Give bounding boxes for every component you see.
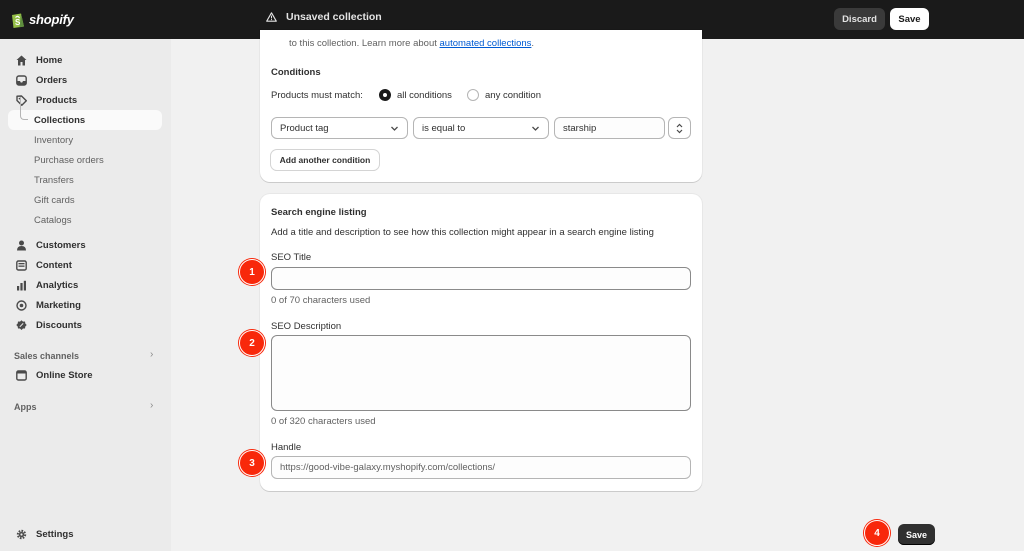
sidebar-item-label: Analytics (36, 280, 79, 291)
seo-description-text: Add a title and description to see how t… (271, 227, 654, 238)
condition-operator-value: is equal to (422, 122, 466, 134)
intro-suffix: . (531, 38, 535, 49)
sidebar-item-label: Orders (36, 75, 68, 86)
sales-channels-heading[interactable]: Sales channels (14, 351, 79, 361)
condition-value-stepper[interactable] (668, 117, 691, 139)
svg-text:S: S (15, 18, 21, 27)
sidebar-item-transfers[interactable]: Transfers (34, 173, 74, 187)
sidebar-item-settings[interactable]: Settings (8, 525, 162, 544)
seo-description-help: 0 of 320 characters used (271, 416, 376, 427)
chart-icon (15, 279, 28, 292)
sidebar-item-label: Products (36, 95, 78, 106)
sidebar-item-orders[interactable]: Orders (8, 71, 162, 90)
sidebar-item-analytics[interactable]: Analytics (8, 276, 162, 295)
discount-icon (15, 319, 28, 332)
discard-button[interactable]: Discard (834, 8, 885, 30)
warning-icon (266, 12, 277, 22)
content-icon (15, 259, 28, 272)
seo-heading: Search engine listing (271, 207, 367, 218)
sidebar-item-label: Home (36, 55, 63, 66)
chevron-right-icon[interactable]: › (150, 400, 153, 411)
chevron-right-icon[interactable]: › (150, 349, 153, 360)
chevron-down-icon (532, 126, 539, 131)
condition-value-input[interactable]: starship (554, 117, 665, 139)
seo-title-label: SEO Title (271, 252, 312, 263)
person-icon (15, 239, 28, 252)
sidebar-item-purchase-orders[interactable]: Purchase orders (34, 153, 104, 167)
gear-icon (15, 528, 28, 541)
handle-label: Handle (271, 442, 302, 453)
tree-connector (20, 97, 28, 120)
save-button-bottom[interactable]: Save (898, 524, 935, 545)
target-icon (15, 299, 28, 312)
annotation-badge-4: 4 (864, 520, 890, 546)
page-status-title: Unsaved collection (286, 11, 382, 23)
home-icon (15, 54, 28, 67)
sidebar-item-home[interactable]: Home (8, 51, 162, 70)
sidebar-item-inventory[interactable]: Inventory (34, 133, 73, 147)
seo-description-textarea[interactable] (271, 335, 691, 411)
sidebar-item-catalogs[interactable]: Catalogs (34, 213, 72, 227)
sidebar: Home Orders Products Collections Invento… (0, 39, 171, 551)
seo-description-label: SEO Description (271, 321, 342, 332)
unsaved-indicator: Unsaved collection (266, 11, 382, 23)
sidebar-item-discounts[interactable]: Discounts (8, 316, 162, 335)
save-button[interactable]: Save (890, 8, 929, 30)
handle-input[interactable]: https://good-vibe-galaxy.myshopify.com/c… (271, 456, 691, 479)
radio-all-conditions[interactable] (379, 89, 391, 101)
radio-any-condition[interactable] (467, 89, 479, 101)
store-icon (15, 369, 28, 382)
sidebar-item-content[interactable]: Content (8, 256, 162, 275)
annotation-badge-2: 2 (239, 330, 265, 356)
sidebar-item-collections[interactable]: Collections (34, 113, 85, 127)
brand-name: shopify (29, 12, 74, 27)
sidebar-item-gift-cards[interactable]: Gift cards (34, 193, 75, 207)
intro-text: to this collection. Learn more about (289, 38, 440, 49)
radio-any-label[interactable]: any condition (485, 90, 541, 101)
handle-value: https://good-vibe-galaxy.myshopify.com/c… (280, 462, 496, 473)
chevron-down-icon (391, 126, 398, 131)
radio-all-label[interactable]: all conditions (397, 90, 452, 101)
automated-collections-link[interactable]: automated collections (440, 38, 532, 49)
conditions-intro: to this collection. Learn more about aut… (289, 38, 534, 49)
annotation-badge-1: 1 (239, 259, 265, 285)
add-condition-button[interactable]: Add another condition (271, 150, 379, 170)
condition-field-select[interactable]: Product tag (271, 117, 408, 139)
seo-title-help: 0 of 70 characters used (271, 295, 371, 306)
match-label: Products must match: (271, 90, 363, 101)
sidebar-item-label: Content (36, 260, 72, 271)
apps-heading[interactable]: Apps (14, 402, 37, 412)
sidebar-item-label: Online Store (36, 370, 93, 381)
sidebar-item-online-store[interactable]: Online Store (8, 366, 162, 385)
seo-card: Search engine listing Add a title and de… (260, 194, 702, 491)
sidebar-item-customers[interactable]: Customers (8, 236, 162, 255)
sidebar-item-products[interactable]: Products (8, 91, 162, 110)
condition-value-text: starship (563, 122, 597, 134)
condition-field-value: Product tag (280, 122, 329, 134)
shopify-logo[interactable]: S shopify (11, 10, 74, 29)
shopify-bag-icon: S (11, 11, 25, 28)
annotation-badge-3: 3 (239, 450, 265, 476)
sidebar-item-label: Marketing (36, 300, 81, 311)
seo-title-input[interactable] (271, 267, 691, 290)
sidebar-item-label: Settings (36, 529, 74, 540)
condition-operator-select[interactable]: is equal to (413, 117, 549, 139)
sidebar-item-label: Discounts (36, 320, 82, 331)
conditions-heading: Conditions (271, 67, 321, 78)
inbox-icon (15, 74, 28, 87)
conditions-card: to this collection. Learn more about aut… (260, 30, 702, 182)
sidebar-item-marketing[interactable]: Marketing (8, 296, 162, 315)
sidebar-item-label: Customers (36, 240, 86, 251)
up-down-icon (676, 123, 683, 133)
